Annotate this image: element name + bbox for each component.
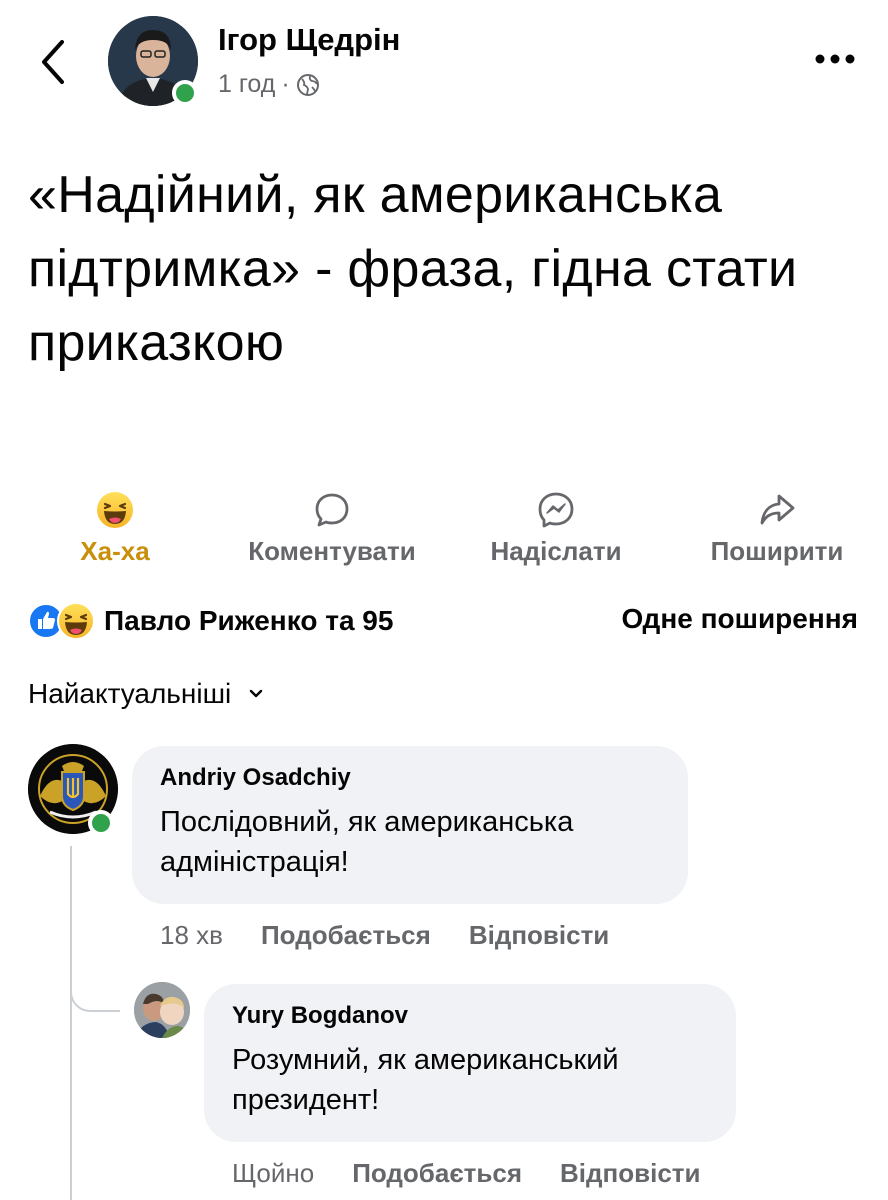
more-dots-icon — [815, 54, 855, 64]
chevron-left-icon — [42, 40, 64, 84]
messenger-icon — [538, 492, 574, 528]
more-options-button[interactable] — [812, 44, 858, 74]
thread-line — [70, 846, 72, 1200]
share-icon — [760, 494, 795, 525]
comment-meta: 18 хв Подобається Відповісти — [160, 920, 609, 951]
comment-label: Коментувати — [248, 536, 416, 566]
comment-bubble[interactable]: Andriy Osadchiy Послідовний, як американ… — [132, 746, 688, 904]
share-label: Поширити — [710, 536, 844, 566]
reply-time[interactable]: Щойно — [232, 1158, 314, 1189]
reply-text: Розумний, як американський президент! — [232, 1044, 619, 1116]
comment-author[interactable]: Andriy Osadchiy — [160, 764, 660, 792]
post-text: «Надійний, як американська підтримка» - … — [28, 166, 798, 372]
comment-button[interactable]: Коментувати — [232, 490, 432, 570]
online-status-dot — [172, 80, 198, 106]
send-label: Надіслати — [490, 536, 622, 566]
commenter-online-dot — [88, 810, 114, 836]
comment-sort-dropdown[interactable]: Найактуальніші — [28, 678, 263, 710]
post-meta: 1 год · — [218, 70, 320, 99]
comment-reply-button[interactable]: Відповісти — [469, 920, 609, 951]
reply-like-button[interactable]: Подобається — [352, 1158, 522, 1189]
comment-text: Послідовний, як американська адміністрац… — [160, 806, 574, 878]
comment-time[interactable]: 18 хв — [160, 920, 223, 951]
haha-reaction-button[interactable]: Ха-ха — [60, 490, 170, 570]
thread-connector — [70, 970, 120, 1012]
reply-reply-button[interactable]: Відповісти — [560, 1158, 700, 1189]
reply-commenter-avatar[interactable] — [134, 982, 190, 1038]
reply-bubble[interactable]: Yury Bogdanov Розумний, як американський… — [204, 984, 736, 1142]
haha-icon — [57, 602, 95, 640]
reactions-summary[interactable]: Павло Риженко та 95 — [28, 601, 393, 641]
send-button[interactable]: Надіслати — [478, 490, 634, 570]
reply-meta: Щойно Подобається Відповісти — [232, 1158, 701, 1189]
post-time[interactable]: 1 год — [218, 70, 275, 99]
haha-emoji-icon — [97, 492, 133, 528]
globe-icon — [296, 73, 319, 96]
meta-separator: · — [281, 70, 290, 98]
back-button[interactable] — [34, 38, 74, 86]
reactions-names: Павло Риженко та 95 — [104, 605, 394, 636]
comment-like-button[interactable]: Подобається — [261, 920, 431, 951]
author-name[interactable]: Ігор Щедрін — [218, 22, 400, 58]
reply-author[interactable]: Yury Bogdanov — [232, 1002, 708, 1030]
shares-count[interactable]: Одне поширення — [621, 603, 858, 635]
comment-icon — [315, 493, 349, 527]
share-button[interactable]: Поширити — [698, 490, 856, 570]
haha-label: Ха-ха — [80, 536, 150, 566]
chevron-down-icon — [250, 689, 263, 698]
sort-label: Найактуальніші — [28, 678, 232, 709]
